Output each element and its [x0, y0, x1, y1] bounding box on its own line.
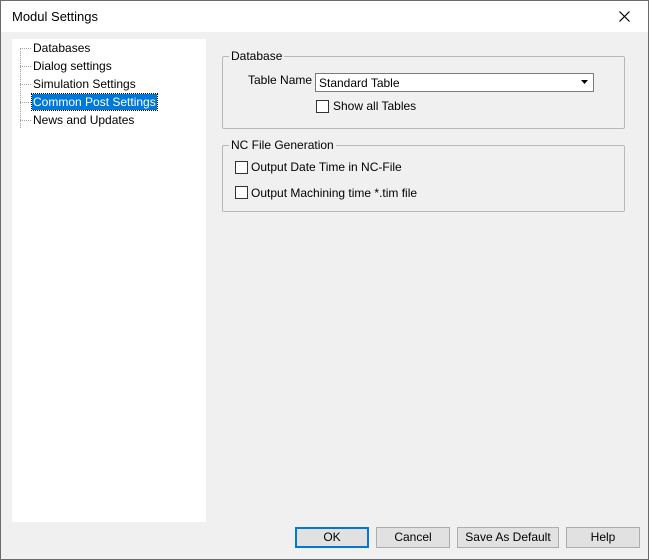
show-all-tables-label: Show all Tables	[333, 99, 417, 113]
table-name-value: Standard Table	[319, 76, 400, 90]
output-machining-time-label: Output Machining time *.tim file	[251, 186, 418, 200]
show-all-tables-checkbox[interactable]	[316, 100, 329, 113]
nc-file-generation-group: NC File Generation	[222, 138, 625, 212]
close-button[interactable]	[602, 1, 648, 32]
window-title: Modul Settings	[12, 9, 98, 24]
tree-item-label: Common Post Settings	[31, 93, 158, 111]
help-button[interactable]: Help	[566, 527, 640, 548]
save-as-default-button[interactable]: Save As Default	[457, 527, 559, 548]
database-group-legend: Database	[231, 49, 283, 63]
tree-item-label: Simulation Settings	[33, 77, 136, 91]
ok-button[interactable]: OK	[295, 527, 369, 548]
settings-tree[interactable]: Databases Dialog settings Simulation Set…	[12, 39, 206, 522]
table-name-select[interactable]: Standard Table	[315, 73, 594, 92]
dropdown-arrow[interactable]	[577, 75, 592, 90]
tree-connector-line	[20, 48, 21, 128]
nc-file-generation-legend: NC File Generation	[231, 138, 334, 152]
table-name-label: Table Name	[248, 73, 313, 87]
tree-item-label: Databases	[33, 41, 91, 55]
modul-settings-dialog: Modul Settings Databases Dialog settings…	[0, 0, 649, 560]
output-date-time-checkbox[interactable]	[235, 161, 248, 174]
output-machining-time-checkbox[interactable]	[235, 186, 248, 199]
tree-item-label: News and Updates	[33, 113, 135, 127]
output-date-time-label: Output Date Time in NC-File	[251, 160, 402, 174]
chevron-down-icon	[581, 80, 588, 84]
close-icon	[619, 11, 630, 22]
cancel-button[interactable]: Cancel	[376, 527, 450, 548]
tree-item-label: Dialog settings	[33, 59, 112, 73]
title-bar[interactable]: Modul Settings	[1, 1, 648, 32]
